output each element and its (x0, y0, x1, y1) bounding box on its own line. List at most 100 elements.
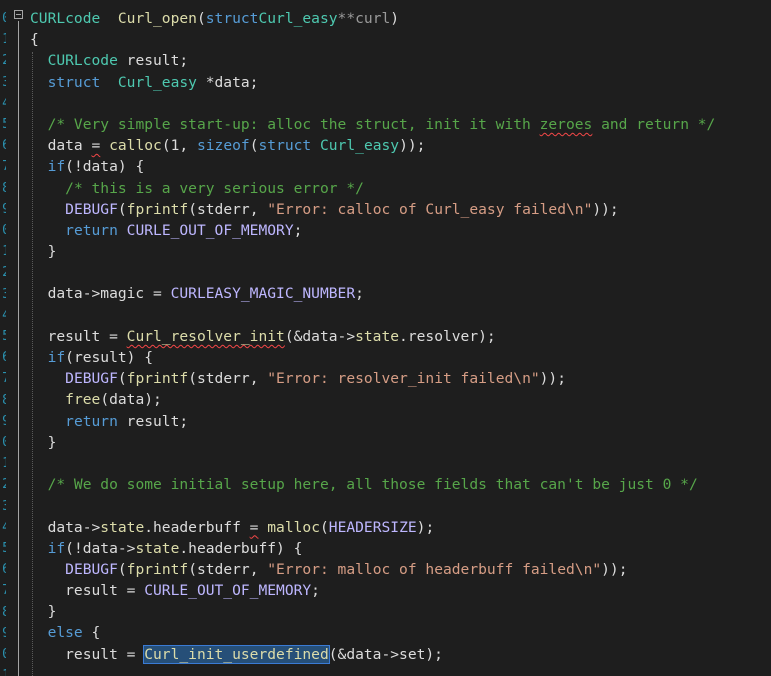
line-number: 5 (0, 114, 6, 135)
code-token: state (100, 518, 145, 536)
code-token: Curl_easy (320, 137, 400, 155)
line-number: 0 (0, 8, 6, 29)
line-number: 2 (0, 50, 6, 71)
code-token: )); (539, 370, 566, 388)
line-number: 0 (0, 220, 6, 241)
code-token: (!data-> (65, 539, 136, 557)
code-token: .resolver); (399, 327, 496, 345)
fold-region-line (18, 21, 19, 676)
code-token: ( (117, 370, 127, 388)
code-token: .headerbuff (144, 518, 250, 536)
code-line: else { (30, 622, 715, 643)
code-token: if (47, 349, 66, 366)
code-token: return (65, 221, 118, 239)
code-token: ( (117, 200, 127, 218)
line-number: 6 (0, 135, 6, 156)
code-token: result; (117, 52, 189, 70)
code-token: state (355, 327, 400, 345)
code-token: DEBUGF (65, 370, 118, 388)
code-line: return result; (30, 411, 715, 432)
code-token: fprintf (126, 560, 189, 578)
line-number: 0 (0, 644, 6, 665)
code-token: DEBUGF (65, 560, 118, 578)
code-editor[interactable]: 01234567890123456789012345678901 CURLcod… (0, 0, 771, 676)
code-token: result = (30, 582, 145, 600)
code-token: *data; (196, 73, 259, 91)
code-token: ) (390, 10, 400, 27)
line-number: 3 (0, 284, 6, 305)
code-line: { (30, 29, 715, 50)
code-token: (stderr, (188, 370, 268, 388)
code-line: } (30, 241, 715, 262)
code-token: /* Very simple start-up: alloc the struc… (47, 115, 540, 133)
line-number: 8 (0, 390, 6, 411)
code-token: **curl (337, 10, 391, 27)
code-line: /* We do some initial setup here, all th… (30, 474, 715, 495)
code-line: if(result) { (30, 347, 715, 368)
code-line: if(!data->state.headerbuff) { (30, 538, 715, 559)
code-line: data->state.headerbuff = malloc(HEADERSI… (30, 517, 715, 538)
error-squiggle-token: Curl_resolver_init (126, 327, 285, 345)
code-token: free (65, 391, 101, 409)
code-token: } (30, 603, 57, 621)
code-token: result; (117, 412, 189, 430)
code-line: struct Curl_easy *data; (30, 72, 715, 93)
code-token: struct (258, 137, 312, 155)
code-line: result = CURLE_OUT_OF_MEMORY; (30, 580, 715, 601)
code-token: Curl_easy (117, 73, 197, 91)
error-squiggle-token: zeroes (539, 115, 593, 133)
code-token: state (135, 539, 180, 557)
code-token: data (30, 137, 92, 155)
code-line: result = Curl_init_userdefined(&data->se… (30, 644, 715, 665)
code-token: /* this is a very serious error */ (65, 179, 364, 197)
code-token: malloc (267, 518, 320, 536)
line-number: 4 (0, 305, 6, 326)
code-token: DEBUGF (65, 200, 118, 218)
code-token: { (82, 624, 101, 642)
code-token: (stderr, (188, 560, 268, 578)
code-line: } (30, 432, 715, 453)
code-line: if(!data) { (30, 156, 715, 177)
line-number: 6 (0, 347, 6, 368)
line-number: 4 (0, 517, 6, 538)
code-token: return (65, 412, 118, 430)
code-token: struct (205, 10, 259, 27)
code-line: /* this is a very serious error */ (30, 178, 715, 199)
code-token: ; (311, 582, 320, 600)
code-token: HEADERSIZE (328, 518, 417, 536)
code-line: DEBUGF(fprintf(stderr, "Error: calloc of… (30, 199, 715, 220)
line-number: 9 (0, 623, 6, 644)
code-line: CURLcode Curl_open(structCurl_easy**curl… (30, 8, 715, 29)
code-token: )); (399, 137, 426, 155)
code-token: } (30, 433, 57, 451)
line-number: 2 (0, 474, 6, 495)
code-line: DEBUGF(fprintf(stderr, "Error: malloc of… (30, 559, 715, 580)
selected-identifier: Curl_init_userdefined (143, 644, 330, 664)
line-number: 5 (0, 326, 6, 347)
code-token: ); (416, 518, 435, 536)
collapse-minus-icon[interactable] (14, 10, 23, 19)
code-text-area[interactable]: CURLcode Curl_open(structCurl_easy**curl… (30, 8, 715, 676)
code-token: (!data) { (65, 158, 145, 176)
code-token: else (47, 624, 83, 642)
code-token: if (47, 158, 66, 176)
code-token: CURLE_OUT_OF_MEMORY (126, 221, 294, 239)
line-number: 1 (0, 241, 6, 262)
line-number: 6 (0, 559, 6, 580)
code-line: DEBUGF(fprintf(stderr, "Error: resolver_… (30, 368, 715, 389)
code-line: free(data); (30, 389, 715, 410)
